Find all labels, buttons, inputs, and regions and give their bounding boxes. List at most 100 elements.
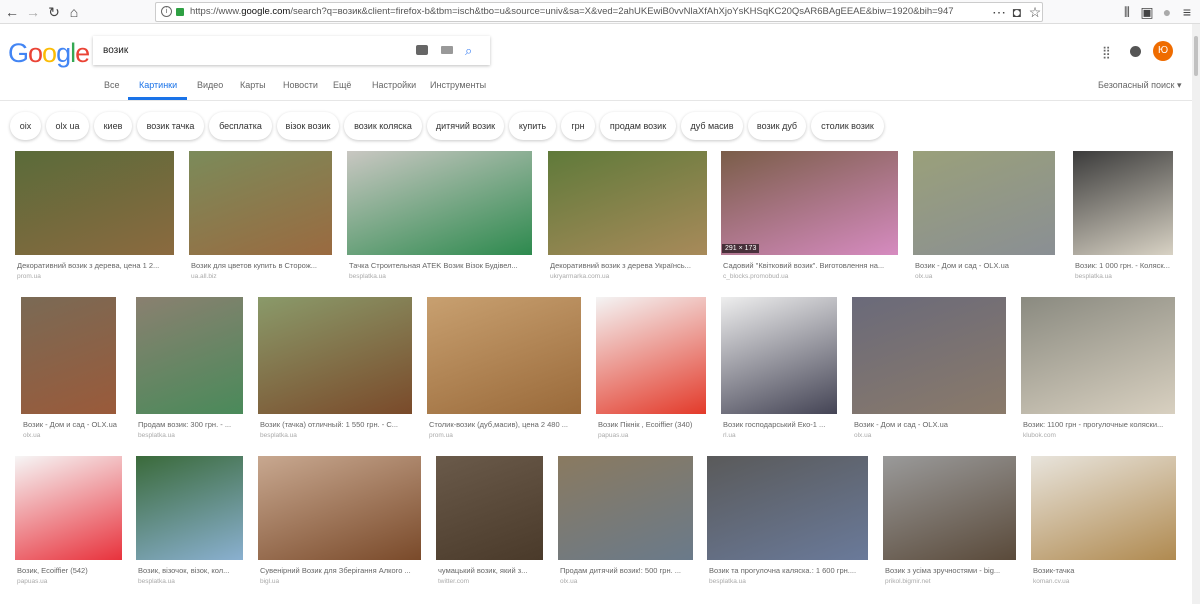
google-logo[interactable]: Google (8, 38, 90, 69)
result-image[interactable] (347, 151, 532, 255)
result-source: bigl.ua (260, 578, 280, 585)
related-search-chip[interactable]: oix (10, 112, 41, 140)
tab-6[interactable]: Настройки (372, 80, 416, 90)
tab-5[interactable]: Ещё (333, 80, 351, 90)
result-image[interactable] (136, 297, 243, 414)
result-title[interactable]: Возик - Дом и сад - OLX.ua (915, 261, 1077, 270)
tab-3[interactable]: Карты (240, 80, 266, 90)
search-icon[interactable]: ⌕ (465, 36, 472, 65)
result-image[interactable] (548, 151, 707, 255)
result-title[interactable]: Возик для цветов купить в Сторож... (191, 261, 354, 270)
result-image[interactable] (189, 151, 332, 255)
result-title[interactable]: Тачка Строительная ATEK Возик Візок Буді… (349, 261, 554, 270)
result-title[interactable]: Возик господарський Еко-1 ... (723, 420, 859, 429)
related-search-chip[interactable]: продам возик (600, 112, 676, 140)
related-search-chip[interactable]: столик возик (811, 112, 884, 140)
result-title[interactable]: Возик, візочок, візок, кол... (138, 566, 265, 575)
notifications-icon[interactable] (1130, 46, 1141, 57)
result-image[interactable] (721, 297, 837, 414)
info-icon[interactable]: i (161, 6, 172, 17)
related-search-chip[interactable]: візок возик (277, 112, 339, 140)
result-title[interactable]: Сувенірний Возик для Зберігання Алкого .… (260, 566, 443, 575)
result-title[interactable]: Возик: 1100 грн - прогулочные коляски... (1023, 420, 1197, 429)
apps-icon[interactable]: ⣿ (1102, 45, 1111, 59)
back-icon[interactable]: ← (3, 3, 21, 21)
result-image[interactable] (136, 456, 243, 560)
reload-icon[interactable]: ↻ (45, 3, 63, 21)
result-image[interactable] (558, 456, 693, 560)
result-image[interactable] (15, 456, 122, 560)
result-title[interactable]: Возик та прогулочна каляска.: 1 600 грн.… (709, 566, 890, 575)
search-input[interactable]: возик ⌕ (93, 36, 490, 65)
profile-icon[interactable]: ● (1158, 3, 1176, 21)
result-title[interactable]: Возик Пікнік , Ecoiffier (340) (598, 420, 728, 429)
keyboard-icon[interactable] (441, 46, 453, 54)
result-image[interactable] (258, 456, 421, 560)
related-search-chip[interactable]: бесплатка (209, 112, 272, 140)
tab-1[interactable]: Картинки (139, 80, 177, 90)
home-icon[interactable]: ⌂ (65, 3, 83, 21)
related-search-chip[interactable]: грн (561, 112, 595, 140)
menu-icon[interactable]: ≡ (1178, 3, 1196, 21)
result-image[interactable] (852, 297, 1006, 414)
result-image[interactable] (258, 297, 412, 414)
result-title[interactable]: Возик (тачка) отличный: 1 550 грн. - С..… (260, 420, 434, 429)
scrollbar-thumb[interactable] (1194, 36, 1198, 76)
result-image[interactable] (707, 456, 868, 560)
related-search-chip[interactable]: дитячий возик (427, 112, 504, 140)
result-title[interactable]: чумацький возик, який з... (438, 566, 565, 575)
lock-icon (176, 8, 184, 16)
result-source: besplatka.ua (138, 432, 175, 439)
forward-icon[interactable]: → (24, 3, 42, 21)
result-title[interactable]: Возик - Дом и сад - OLX.ua (854, 420, 1028, 429)
search-value: возик (103, 45, 129, 56)
result-image[interactable] (427, 297, 581, 414)
result-image[interactable] (21, 297, 116, 414)
related-search-chip[interactable]: возик дуб (748, 112, 806, 140)
library-icon[interactable]: ⫴ (1118, 3, 1136, 21)
safe-search-label: Безопасный поиск (1098, 80, 1175, 90)
scrollbar[interactable] (1192, 24, 1200, 604)
result-title[interactable]: Возик - Дом и сад - OLX.ua (23, 420, 138, 429)
related-search-chip[interactable]: olx ua (46, 112, 89, 140)
result-title[interactable]: Столик-возик (дуб,масив), цена 2 480 ... (429, 420, 603, 429)
avatar[interactable]: Ю (1153, 41, 1173, 61)
result-image[interactable] (1021, 297, 1175, 414)
result-image[interactable] (913, 151, 1055, 255)
result-image[interactable] (596, 297, 706, 414)
result-title[interactable]: Декоративний возик з дерева Українсь... (550, 261, 729, 270)
result-source: besplatka.ua (138, 578, 175, 585)
related-search-chip[interactable]: дуб масив (681, 112, 743, 140)
result-source: ua.all.biz (191, 273, 217, 280)
safe-search-toggle[interactable]: Безопасный поиск ▾ (1098, 80, 1181, 91)
result-image[interactable] (15, 151, 174, 255)
url-path: /search?q=возик&client=firefox-b&tbm=isc… (290, 6, 954, 17)
result-image[interactable] (721, 151, 898, 255)
result-title[interactable]: Садовий "Квітковий возик". Виготовлення … (723, 261, 920, 270)
sidebar-icon[interactable]: ▣ (1138, 3, 1156, 21)
result-title[interactable]: Декоративний возик з дерева, цена 1 2... (17, 261, 196, 270)
bookmark-star-icon[interactable]: ☆ (1026, 3, 1044, 21)
related-search-chip[interactable]: купить (509, 112, 556, 140)
url-bar[interactable]: i https://www.google.com/search?q=возик&… (155, 2, 1043, 22)
result-image[interactable] (1073, 151, 1173, 255)
related-search-chip[interactable]: возик коляска (344, 112, 422, 140)
result-title[interactable]: Возик, Ecoiffier (542) (17, 566, 144, 575)
camera-icon[interactable] (416, 45, 428, 55)
tab-2[interactable]: Видео (197, 80, 223, 90)
related-search-chip[interactable]: возик тачка (137, 112, 204, 140)
result-title[interactable]: Возик-тачка (1033, 566, 1198, 575)
result-image[interactable] (883, 456, 1016, 560)
tab-7[interactable]: Инструменты (430, 80, 486, 90)
result-title[interactable]: Возик: 1 000 грн. - Коляск... (1075, 261, 1195, 270)
result-title[interactable]: Продам дитячий возик!: 500 грн. ... (560, 566, 715, 575)
tab-0[interactable]: Все (104, 80, 120, 90)
tab-4[interactable]: Новости (283, 80, 318, 90)
pocket-icon[interactable]: ◘ (1008, 3, 1026, 21)
result-image[interactable] (1031, 456, 1176, 560)
more-icon[interactable]: ⋯ (990, 3, 1008, 21)
result-title[interactable]: Продам возик: 300 грн. - ... (138, 420, 265, 429)
result-image[interactable] (436, 456, 543, 560)
result-title[interactable]: Возик з усіма зручностями - big... (885, 566, 1038, 575)
related-search-chip[interactable]: киев (94, 112, 132, 140)
